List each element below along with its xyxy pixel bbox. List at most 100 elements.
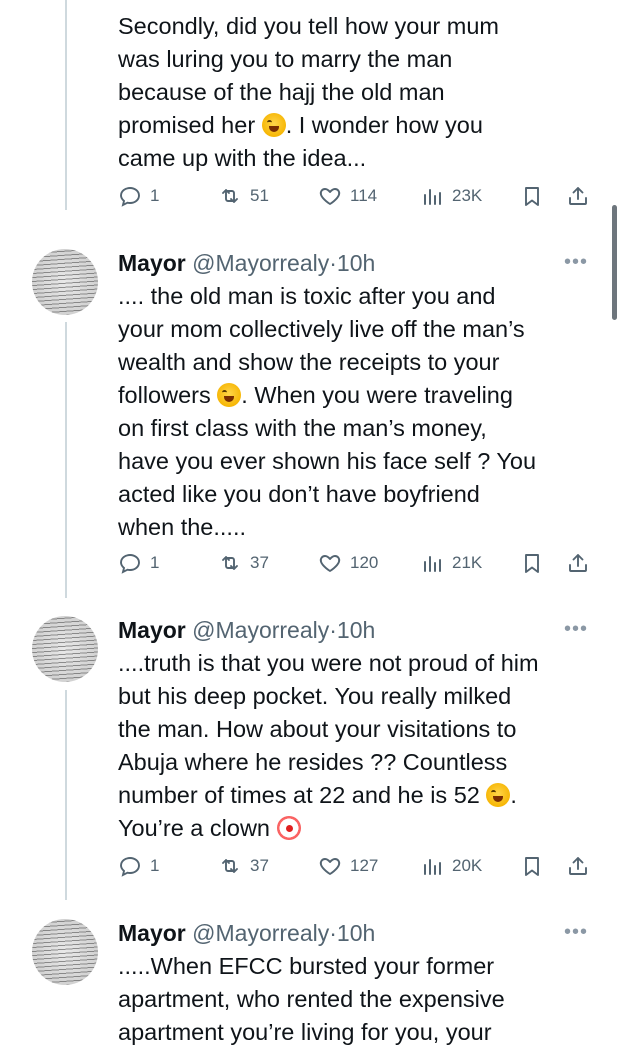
tweet-text-line: apartment you’re living for you, your — [118, 1019, 492, 1045]
views-count: 21K — [452, 553, 483, 572]
share-button[interactable] — [566, 854, 590, 878]
views-count: 20K — [452, 856, 483, 875]
tweet-text-line: You’re a clown — [118, 812, 588, 845]
timestamp[interactable]: 10h — [337, 617, 375, 643]
bookmark-button[interactable] — [520, 184, 544, 208]
tweet-actions: 1 37 127 20K — [0, 854, 621, 884]
bookmark-icon — [525, 857, 539, 876]
separator-dot: · — [329, 617, 337, 643]
tweet-actions: 1 37 120 21K — [0, 551, 621, 581]
tweet-text-fragment: You’re a clown — [118, 815, 270, 841]
tweet-text-line: was luring you to marry the man — [118, 46, 453, 72]
bookmark-button[interactable] — [520, 551, 544, 575]
timestamp[interactable]: 10h — [337, 920, 375, 946]
tweet-text-line: because of the hajj the old man — [118, 79, 445, 105]
tweet-text-line: apartment, who rented the expensive — [118, 986, 505, 1012]
like-button[interactable]: 120 — [318, 551, 378, 575]
timestamp[interactable]: 10h — [337, 250, 375, 276]
tweet-header: Mayor @Mayorrealy·10h — [118, 249, 375, 277]
clown-face-emoji-icon — [276, 816, 301, 840]
tweet-text-line: your mom collectively live off the man’s — [118, 316, 525, 342]
reply-icon — [120, 857, 140, 877]
tweet[interactable]: Mayor @Mayorrealy·10h ••• .... the old m… — [0, 245, 621, 600]
tweet-text-line: wealth and show the receipts to your — [118, 349, 500, 375]
tweet-text-line: ....truth is that you were not proud of … — [118, 650, 539, 676]
tweet-text-line: the man. How about your visitations to — [118, 716, 517, 742]
avatar[interactable] — [32, 249, 98, 315]
tweet-text-fragment: . — [510, 782, 517, 808]
repost-icon — [222, 189, 238, 203]
laughing-tears-emoji-icon — [261, 113, 286, 137]
views-button[interactable]: 20K — [420, 854, 482, 878]
repost-icon — [222, 556, 238, 570]
repost-button[interactable]: 37 — [218, 854, 269, 878]
reply-button[interactable]: 1 — [118, 551, 159, 575]
separator-dot: · — [329, 920, 337, 946]
tweet-text-line: came up with the idea... — [118, 145, 367, 171]
tweet-text-line: acted like you don’t have boyfriend — [118, 481, 480, 507]
laughing-tears-emoji-icon — [217, 383, 242, 407]
tweet-actions: 1 51 114 23K — [0, 184, 621, 214]
reply-icon — [120, 554, 140, 574]
tweet[interactable]: Mayor @Mayorrealy·10h ••• .....When EFCC… — [0, 915, 621, 1057]
more-options-icon[interactable]: ••• — [564, 619, 588, 639]
tweet-text: Secondly, did you tell how your mum was … — [118, 10, 588, 175]
reply-button[interactable]: 1 — [118, 184, 159, 208]
share-button[interactable] — [566, 184, 590, 208]
avatar[interactable] — [32, 919, 98, 985]
more-options-icon[interactable]: ••• — [564, 252, 588, 272]
repost-button[interactable]: 51 — [218, 184, 269, 208]
user-handle[interactable]: @Mayorrealy — [192, 250, 329, 276]
like-count: 127 — [350, 856, 379, 875]
tweet-text-fragment: number of times at 22 and he is 52 — [118, 782, 480, 808]
tweet-partial-top[interactable]: Secondly, did you tell how your mum was … — [0, 0, 621, 225]
bookmark-icon — [525, 554, 539, 573]
reply-button[interactable]: 1 — [118, 854, 159, 878]
tweet-text-line: on first class with the man’s money, — [118, 415, 487, 441]
tweet-text: .....When EFCC bursted your former apart… — [118, 950, 588, 1049]
tweet-text-fragment: promised her — [118, 112, 256, 138]
like-count: 114 — [350, 186, 378, 205]
tweet-text-fragment: . When you were traveling — [241, 382, 513, 408]
tweet[interactable]: Mayor @Mayorrealy·10h ••• ....truth is t… — [0, 612, 621, 902]
display-name[interactable]: Mayor — [118, 250, 186, 276]
views-count: 23K — [452, 186, 483, 205]
tweet-text-fragment: . I wonder how you — [285, 112, 483, 138]
tweet-header: Mayor @Mayorrealy·10h — [118, 616, 375, 644]
bookmark-button[interactable] — [520, 854, 544, 878]
separator-dot: · — [329, 250, 337, 276]
share-icon — [569, 554, 587, 572]
heart-icon — [319, 555, 341, 572]
avatar[interactable] — [32, 616, 98, 682]
repost-button[interactable]: 37 — [218, 551, 269, 575]
repost-count: 37 — [250, 553, 269, 572]
views-button[interactable]: 23K — [420, 184, 482, 208]
tweet-text-line: number of times at 22 and he is 52 . — [118, 779, 588, 812]
tweet-text-line: followers . When you were traveling — [118, 379, 588, 412]
bar-chart-icon — [424, 859, 441, 875]
tweet-text-fragment: followers — [118, 382, 211, 408]
user-handle[interactable]: @Mayorrealy — [192, 920, 329, 946]
bar-chart-icon — [424, 556, 441, 572]
reply-count: 1 — [150, 186, 160, 205]
tweet-text-line: .....When EFCC bursted your former — [118, 953, 495, 979]
tweet-header: Mayor @Mayorrealy·10h — [118, 919, 375, 947]
like-count: 120 — [350, 553, 379, 572]
tweet-text: ....truth is that you were not proud of … — [118, 647, 588, 845]
heart-icon — [319, 188, 341, 205]
like-button[interactable]: 127 — [318, 854, 378, 878]
share-button[interactable] — [566, 551, 590, 575]
tweet-text-line: promised her . I wonder how you — [118, 109, 588, 142]
user-handle[interactable]: @Mayorrealy — [192, 617, 329, 643]
repost-count: 51 — [250, 186, 269, 205]
display-name[interactable]: Mayor — [118, 920, 186, 946]
tweet-text-line: when the..... — [118, 514, 247, 540]
like-button[interactable]: 114 — [318, 184, 377, 208]
tweet-text-line: .... the old man is toxic after you and — [118, 283, 496, 309]
reply-icon — [120, 187, 140, 207]
display-name[interactable]: Mayor — [118, 617, 186, 643]
more-options-icon[interactable]: ••• — [564, 922, 588, 942]
laughing-tears-emoji-icon — [486, 783, 511, 807]
views-button[interactable]: 21K — [420, 551, 482, 575]
reply-count: 1 — [150, 553, 160, 572]
